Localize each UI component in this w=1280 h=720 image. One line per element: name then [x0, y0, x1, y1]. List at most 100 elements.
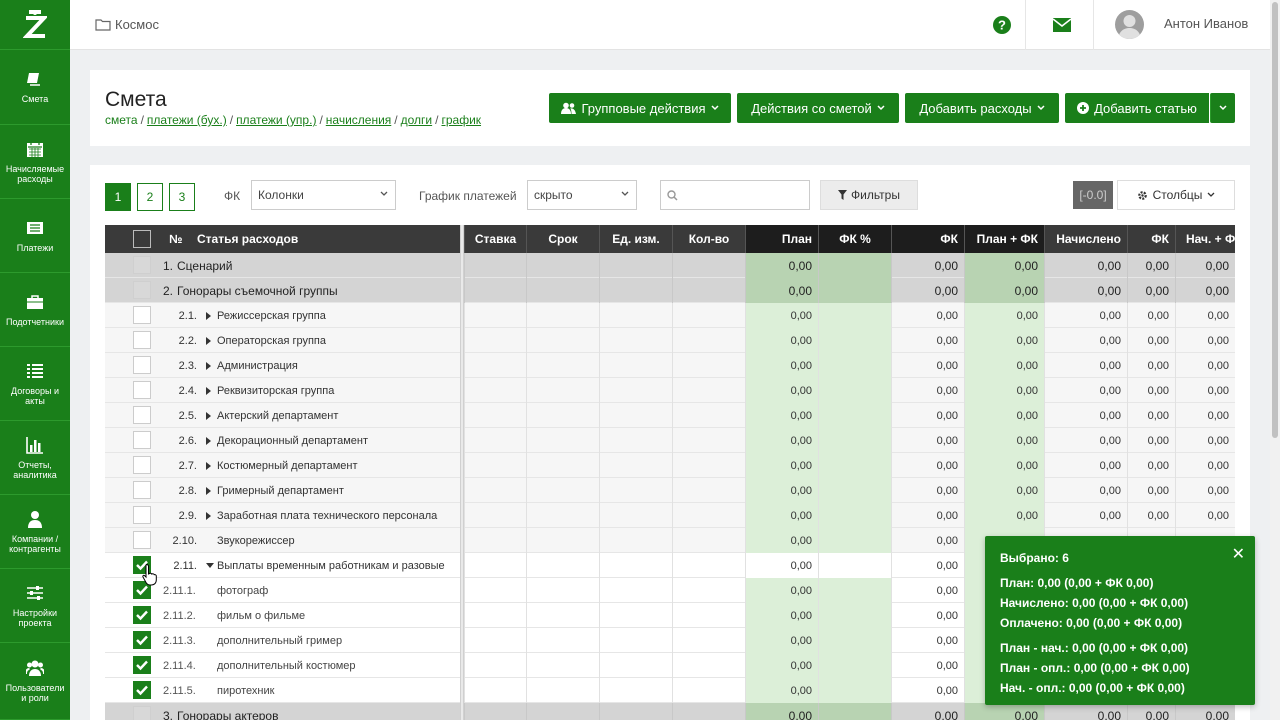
cell-empty[interactable] — [599, 353, 672, 378]
cell-empty[interactable] — [818, 628, 891, 653]
cell-fk[interactable]: 0,00 — [891, 603, 964, 628]
cell-fk2[interactable]: 0,00 — [1127, 503, 1175, 528]
cell-fk2[interactable]: 0,00 — [1127, 278, 1175, 303]
cell-empty[interactable] — [672, 528, 745, 553]
row-title[interactable]: дополнительный гример — [217, 628, 342, 653]
cell-fk[interactable]: 0,00 — [891, 578, 964, 603]
header-plan[interactable]: План — [745, 225, 818, 253]
cell-empty[interactable] — [818, 578, 891, 603]
cell-empty[interactable] — [599, 653, 672, 678]
row-title[interactable]: Декорационный департамент — [217, 428, 368, 453]
row-title[interactable]: пиротехник — [217, 678, 274, 703]
cell-empty[interactable] — [464, 628, 526, 653]
subnav-link-2[interactable]: платежи (упр.) — [236, 113, 316, 127]
header-fk-percent[interactable]: ФК % — [818, 225, 891, 253]
cell-acc-fk[interactable]: 0,00 — [1175, 703, 1235, 720]
project-breadcrumb[interactable]: Космос — [95, 17, 159, 32]
cell-fk[interactable]: 0,00 — [891, 553, 964, 578]
row-title[interactable]: Администрация — [217, 353, 298, 378]
cell-fk[interactable]: 0,00 — [891, 628, 964, 653]
cell-acc-fk[interactable]: 0,00 — [1175, 278, 1235, 303]
cell-empty[interactable] — [526, 303, 599, 328]
row-title[interactable]: Операторская группа — [217, 328, 326, 353]
cell-fk[interactable]: 0,00 — [891, 278, 964, 303]
cell-empty[interactable] — [672, 653, 745, 678]
cell-empty[interactable] — [526, 678, 599, 703]
row-title[interactable]: Актерский департамент — [217, 403, 338, 428]
cell-acc-fk[interactable]: 0,00 — [1175, 353, 1235, 378]
schedule-select[interactable]: скрыто — [527, 180, 637, 210]
cell-empty[interactable] — [672, 428, 745, 453]
cell-empty[interactable] — [599, 503, 672, 528]
cell-acc-fk[interactable]: 0,00 — [1175, 428, 1235, 453]
cell-empty[interactable] — [526, 578, 599, 603]
cell-fk[interactable]: 0,00 — [891, 428, 964, 453]
row-title[interactable]: Гонорары съемочной группы — [177, 278, 338, 303]
cell-empty[interactable] — [599, 528, 672, 553]
cell-empty[interactable] — [599, 428, 672, 453]
cell-empty[interactable] — [672, 278, 745, 303]
subnav-link-5[interactable]: график — [441, 113, 481, 127]
add-expenses-button[interactable]: Добавить расходы — [905, 93, 1059, 123]
cell-empty[interactable] — [672, 378, 745, 403]
table-row[interactable]: 2.2. Операторская группа 0,00 0,00 0,00 0,00 0… — [105, 328, 1235, 353]
cell-empty[interactable] — [526, 253, 599, 278]
cell-accrued[interactable]: 0,00 — [1044, 478, 1127, 503]
table-row[interactable]: 2.4. Реквизиторская группа 0,00 0,00 0,00 0,0… — [105, 378, 1235, 403]
subnav-link-3[interactable]: начисления — [326, 113, 392, 127]
cell-plan[interactable]: 0,00 — [745, 628, 818, 653]
sidebar-item-7[interactable]: Настройки проекта — [0, 569, 70, 643]
cell-plan-fk[interactable]: 0,00 — [964, 378, 1044, 403]
cell-empty[interactable] — [672, 553, 745, 578]
row-checkbox[interactable] — [133, 656, 151, 674]
cell-empty[interactable] — [464, 428, 526, 453]
cell-fk[interactable]: 0,00 — [891, 253, 964, 278]
caret-right-icon[interactable] — [206, 378, 211, 403]
cell-fk[interactable]: 0,00 — [891, 378, 964, 403]
cell-plan-fk[interactable]: 0,00 — [964, 303, 1044, 328]
help-icon[interactable]: ? — [990, 13, 1014, 37]
cell-empty[interactable] — [818, 703, 891, 720]
cell-empty[interactable] — [526, 528, 599, 553]
row-title[interactable]: Режиссерская группа — [217, 303, 326, 328]
table-row[interactable]: 2.3. Администрация 0,00 0,00 0,00 0,00 0,00 0,0… — [105, 353, 1235, 378]
cell-empty[interactable] — [526, 653, 599, 678]
table-row[interactable]: 2.6. Декорационный департамент 0,00 0,00 0,0… — [105, 428, 1235, 453]
cell-acc-fk[interactable]: 0,00 — [1175, 328, 1235, 353]
cell-plan[interactable]: 0,00 — [745, 703, 818, 720]
cell-plan-fk[interactable]: 0,00 — [964, 428, 1044, 453]
cell-empty[interactable] — [599, 403, 672, 428]
cell-empty[interactable] — [464, 503, 526, 528]
cell-empty[interactable] — [526, 453, 599, 478]
table-row[interactable]: 2. Гонорары съемочной группы 0,00 0,00 0,00 0… — [105, 278, 1235, 303]
cell-plan-fk[interactable]: 0,00 — [964, 703, 1044, 720]
cell-empty[interactable] — [818, 303, 891, 328]
cell-plan[interactable]: 0,00 — [745, 403, 818, 428]
cell-empty[interactable] — [464, 278, 526, 303]
row-title[interactable]: Сценарий — [177, 253, 232, 278]
cell-empty[interactable] — [818, 653, 891, 678]
cell-empty[interactable] — [672, 453, 745, 478]
cell-plan[interactable]: 0,00 — [745, 603, 818, 628]
row-checkbox[interactable] — [133, 306, 151, 324]
row-checkbox[interactable] — [133, 706, 151, 720]
cell-empty[interactable] — [818, 603, 891, 628]
user-name[interactable]: Антон Иванов — [1164, 16, 1248, 31]
cell-empty[interactable] — [599, 578, 672, 603]
caret-right-icon[interactable] — [206, 478, 211, 503]
cell-empty[interactable] — [818, 528, 891, 553]
cell-acc-fk[interactable]: 0,00 — [1175, 503, 1235, 528]
select-all-checkbox[interactable] — [133, 230, 151, 248]
cell-accrued[interactable]: 0,00 — [1044, 703, 1127, 720]
row-checkbox[interactable] — [133, 356, 151, 374]
cell-plan[interactable]: 0,00 — [745, 278, 818, 303]
close-icon[interactable]: ✕ — [1232, 544, 1245, 564]
cell-plan-fk[interactable]: 0,00 — [964, 253, 1044, 278]
cell-acc-fk[interactable]: 0,00 — [1175, 253, 1235, 278]
cell-accrued[interactable]: 0,00 — [1044, 303, 1127, 328]
header-plan-fk[interactable]: План + ФК — [964, 225, 1044, 253]
header-qty[interactable]: Кол-во — [672, 225, 745, 253]
row-checkbox[interactable] — [133, 506, 151, 524]
columns-button[interactable]: Столбцы — [1117, 180, 1235, 210]
cell-empty[interactable] — [818, 503, 891, 528]
